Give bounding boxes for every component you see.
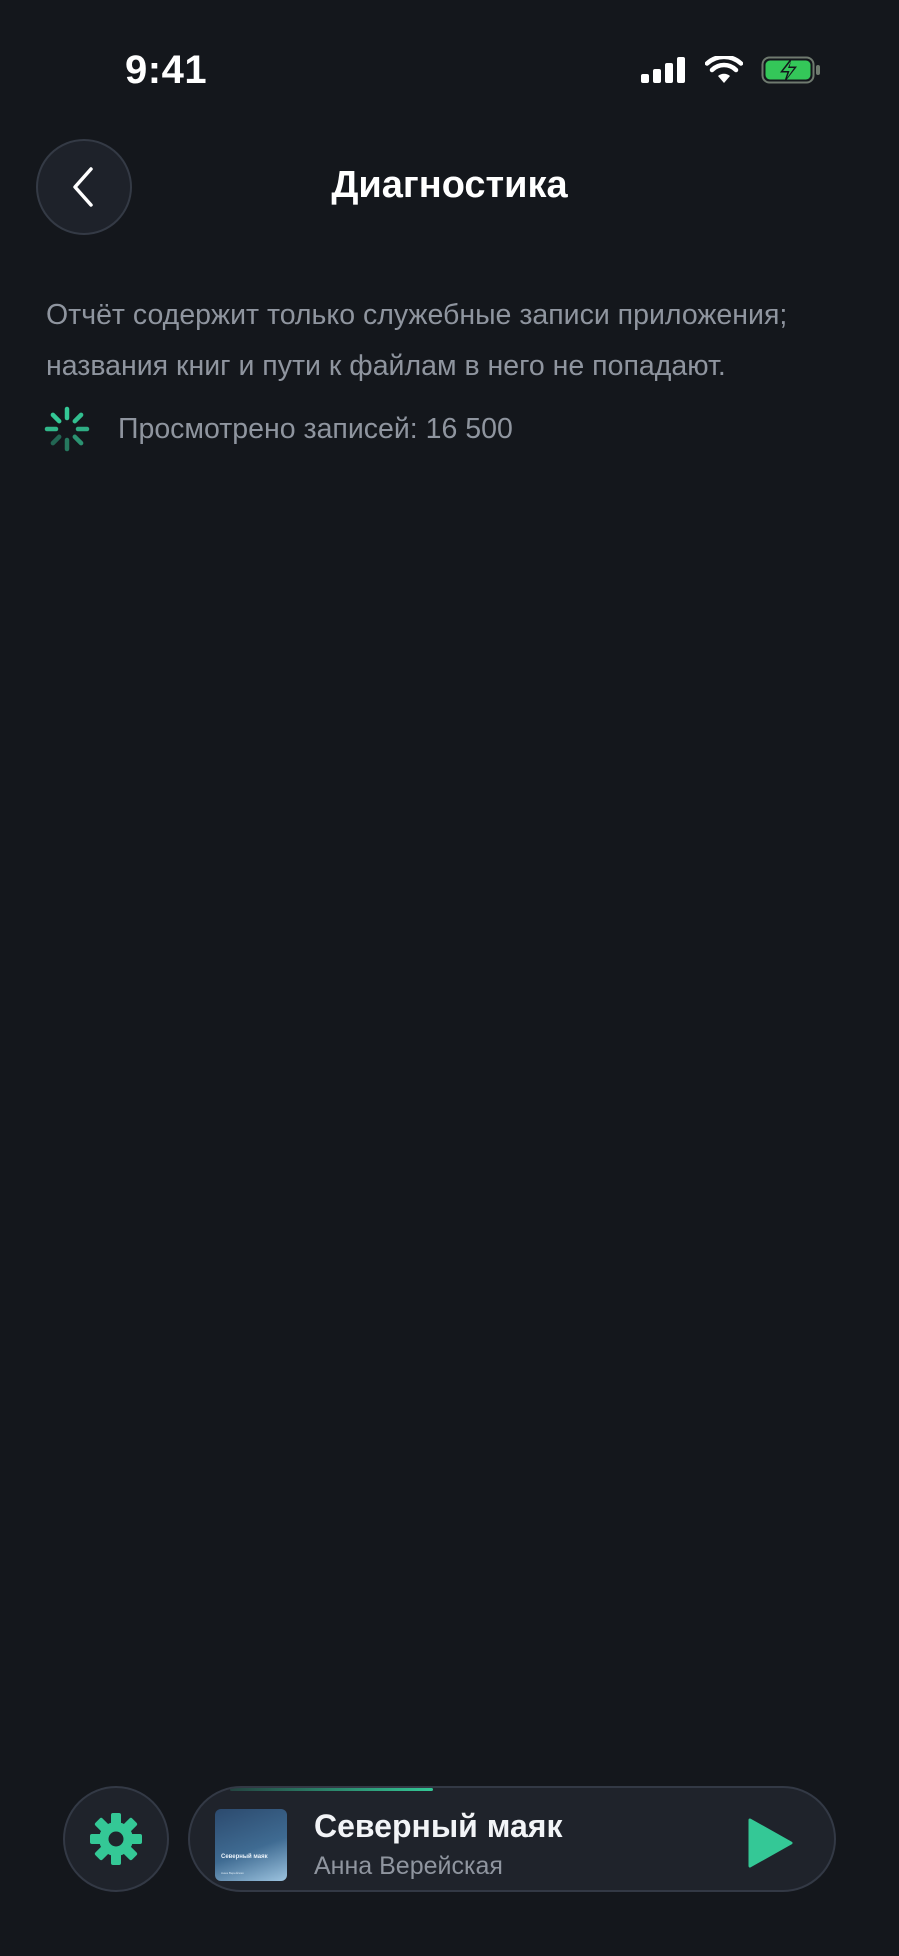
status-icons (641, 56, 821, 84)
track-title: Северный маяк (314, 1808, 563, 1844)
status-time: 9:41 (125, 48, 208, 92)
mini-player[interactable]: Северный маяк Анна Верейская Северный ма… (188, 1786, 836, 1892)
cellular-signal-icon (641, 57, 685, 83)
play-icon (748, 1818, 793, 1868)
play-button[interactable] (746, 1817, 794, 1869)
wifi-icon (705, 56, 743, 83)
track-author: Анна Верейская (314, 1852, 503, 1880)
settings-button[interactable] (63, 1786, 169, 1892)
page-title: Диагностика (331, 164, 568, 206)
privacy-description: Отчёт содержит только служебные записи п… (46, 299, 788, 382)
mini-player-progress-fill (230, 1788, 434, 1791)
progress-count: 16 500 (425, 412, 513, 445)
battery-charging-icon (761, 56, 820, 84)
mini-player-progress (190, 1788, 834, 1791)
status-bar: 9:41 (0, 0, 899, 150)
scan-progress: Просмотрено записей: 16 500 (44, 406, 513, 452)
progress-text: Просмотрено записей: 16 500 (118, 413, 513, 446)
cover-subtitle: Анна Верейская (221, 1871, 244, 1875)
book-cover: Северный маяк Анна Верейская (215, 1809, 287, 1881)
diagnostics-screen: 9:41 Диагностика Отчёт содержит только с… (0, 0, 899, 1956)
cover-title: Северный маяк (221, 1854, 268, 1860)
progress-label: Просмотрено записей: (118, 412, 418, 445)
gear-icon (90, 1813, 142, 1865)
loading-spinner-icon (44, 406, 90, 452)
